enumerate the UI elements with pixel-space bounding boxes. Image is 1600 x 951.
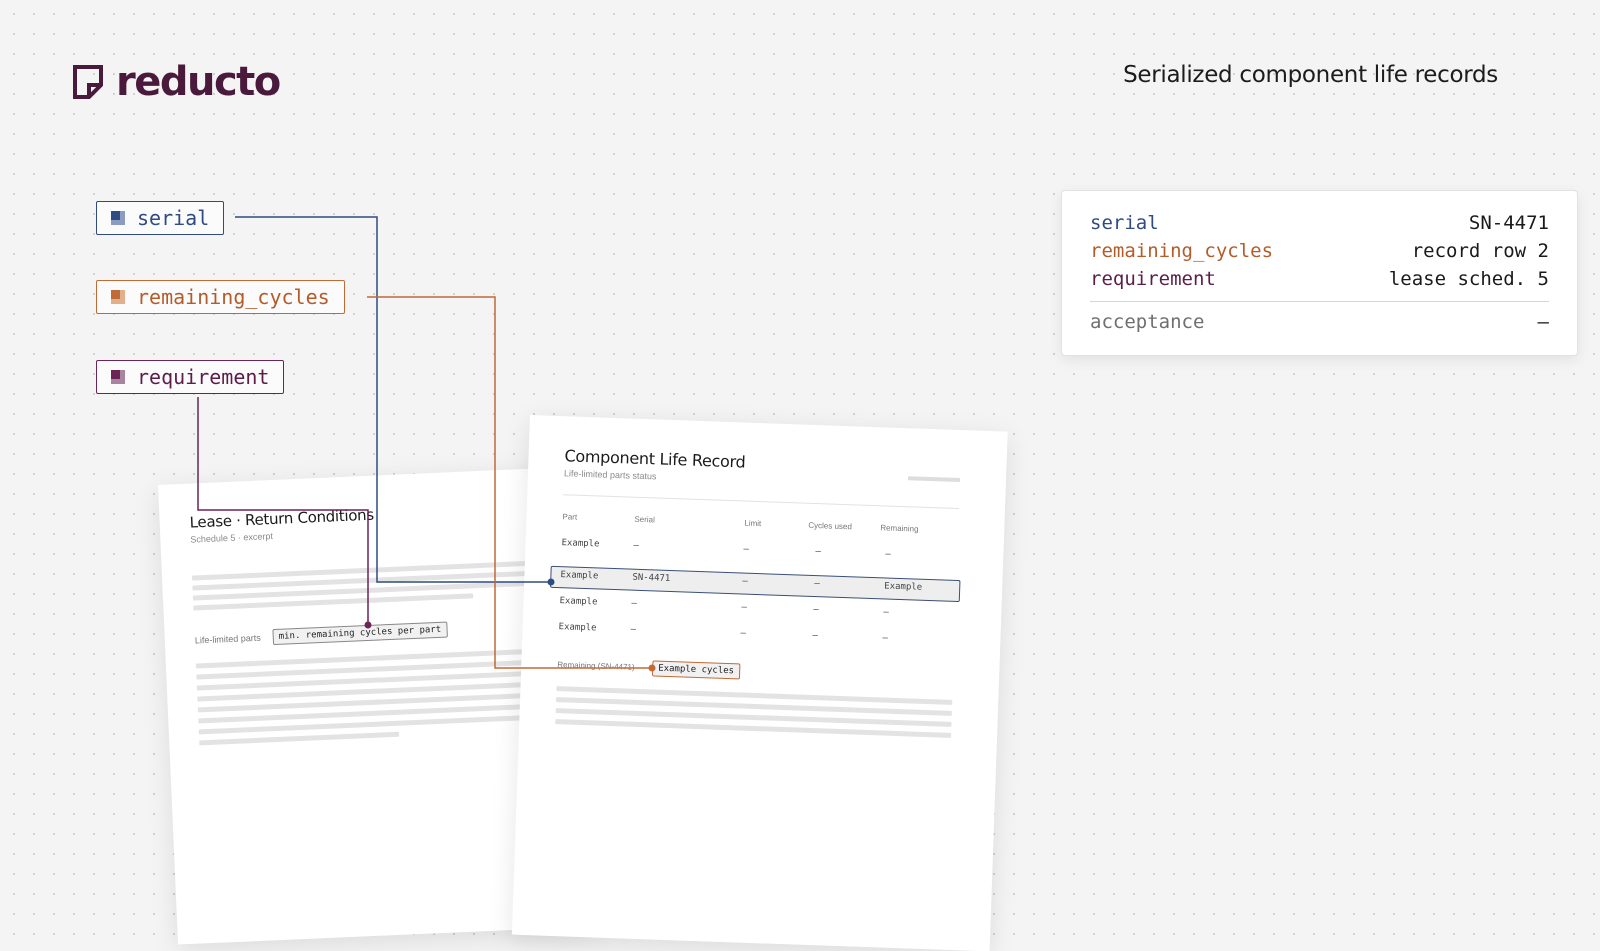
table-cell: –	[743, 544, 750, 555]
reducto-logo-icon	[73, 65, 103, 99]
table-cell: –	[742, 576, 748, 587]
table-cell: –	[633, 540, 640, 551]
result-value: SN-4471	[1468, 212, 1549, 234]
remaining-label: Remaining (SN-4471)	[557, 660, 635, 672]
field-tag-remaining-cycles[interactable]: remaining_cycles	[96, 280, 345, 314]
col-header-part: Part	[562, 512, 578, 522]
extraction-result-card: serial SN-4471 remaining_cycles record r…	[1061, 190, 1578, 356]
col-header-serial: Serial	[634, 514, 656, 525]
result-key: remaining_cycles	[1090, 240, 1274, 262]
brand-name: reducto	[116, 59, 281, 105]
field-label-remaining-cycles: remaining_cycles	[137, 285, 330, 309]
doc-header-rule	[563, 494, 960, 510]
field-icon	[111, 370, 125, 384]
result-key: requirement	[1090, 268, 1216, 290]
page-title: Serialized component life records	[1123, 62, 1498, 88]
table-cell: –	[814, 579, 820, 590]
table-cell: Example	[561, 538, 600, 550]
result-row-acceptance: acceptance —	[1090, 308, 1549, 336]
result-divider	[1090, 301, 1549, 302]
table-cell: –	[812, 630, 819, 642]
table-cell: Example	[559, 596, 598, 608]
table-cell: Example	[884, 581, 923, 593]
remaining-cycles-chip[interactable]: Example cycles	[651, 660, 741, 680]
table-cell: –	[631, 598, 638, 609]
table-cell: SN-4471	[632, 572, 671, 584]
field-icon	[111, 290, 125, 304]
table-cell: –	[882, 633, 889, 644]
lease-field-label: Life-limited parts	[194, 632, 262, 646]
result-row-remaining-cycles: remaining_cycles record row 2	[1090, 237, 1549, 265]
result-key: serial	[1090, 212, 1159, 234]
col-header-remaining: Remaining	[880, 523, 919, 534]
result-value: —	[1537, 311, 1549, 333]
lease-doc-title: Lease · Return Conditions	[189, 505, 375, 532]
table-cell: –	[813, 605, 819, 616]
col-header-cycles-used: Cycles used	[808, 520, 853, 532]
brand-logo: reducto	[72, 58, 281, 106]
text-line	[199, 731, 400, 746]
doc-header-mark	[907, 476, 961, 483]
lease-doc-subtitle: Schedule 5 · excerpt	[190, 531, 274, 545]
table-cell: –	[741, 602, 748, 613]
table-cell: Example	[558, 622, 597, 634]
component-life-record-document: Component Life Record Life-limited parts…	[511, 415, 1008, 951]
table-cell: –	[630, 624, 637, 635]
field-tag-requirement[interactable]: requirement	[96, 360, 285, 394]
lease-requirement-chip[interactable]: min. remaining cycles per part	[272, 621, 448, 646]
result-key: acceptance	[1090, 311, 1205, 333]
field-tag-serial[interactable]: serial	[96, 201, 225, 235]
result-value: record row 2	[1411, 240, 1549, 262]
record-doc-title: Component Life Record	[564, 446, 746, 472]
result-row-serial: serial SN-4471	[1090, 209, 1549, 237]
table-cell: –	[740, 628, 747, 639]
field-label-serial: serial	[137, 206, 210, 230]
field-icon	[111, 211, 125, 225]
result-value: lease sched. 5	[1388, 268, 1549, 290]
col-header-limit: Limit	[744, 518, 762, 529]
record-doc-subtitle: Life-limited parts status	[563, 468, 657, 482]
table-cell: –	[883, 607, 889, 618]
result-row-requirement: requirement lease sched. 5	[1090, 265, 1549, 293]
field-label-requirement: requirement	[137, 365, 270, 389]
table-cell: Example	[560, 570, 599, 582]
table-cell: –	[815, 547, 821, 558]
table-cell: –	[885, 549, 891, 560]
